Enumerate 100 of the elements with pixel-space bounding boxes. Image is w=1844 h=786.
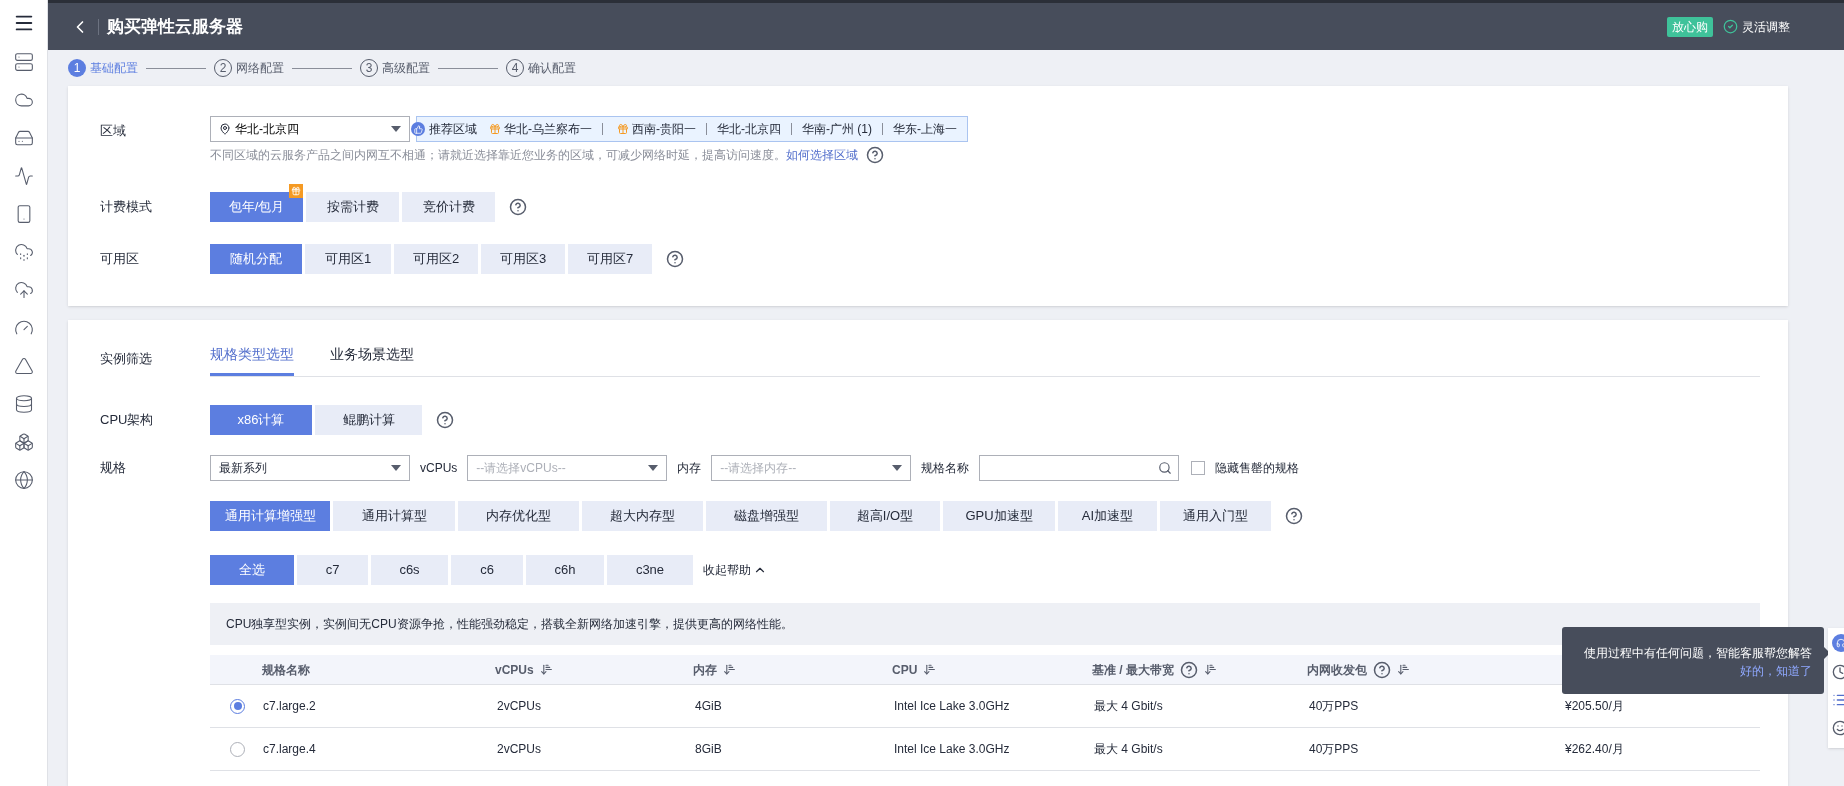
database-icon[interactable] bbox=[13, 394, 34, 414]
option-button[interactable]: 通用计算型 bbox=[333, 501, 455, 531]
field-label: CPU架构 bbox=[99, 411, 155, 429]
option-button[interactable]: 超高I/O型 bbox=[830, 501, 940, 531]
sort-icon[interactable] bbox=[1397, 663, 1410, 676]
region-link[interactable]: 华南-广州 (1) bbox=[802, 120, 872, 138]
option-button[interactable]: c6h bbox=[526, 555, 604, 585]
column-header: 内网收发包 bbox=[1307, 661, 1367, 679]
help-icon[interactable] bbox=[666, 250, 684, 268]
column-header: CPU bbox=[892, 661, 918, 679]
option-button[interactable]: 可用区1 bbox=[305, 244, 391, 274]
collapse-help-link[interactable]: 收起帮助 bbox=[703, 561, 767, 579]
table-cell-text: c7.large.2 bbox=[263, 698, 316, 715]
region-link[interactable]: 西南-贵阳一 bbox=[632, 120, 696, 138]
field-label: 计费模式 bbox=[99, 198, 153, 216]
smile-icon[interactable] bbox=[1832, 720, 1844, 736]
option-button[interactable]: c3ne bbox=[607, 555, 693, 585]
dropdown-field[interactable]: 最新系列 bbox=[210, 455, 410, 481]
sort-icon[interactable] bbox=[923, 663, 937, 676]
region-dropdown[interactable]: 华北-北京四 bbox=[210, 116, 410, 142]
option-button[interactable]: 通用计算增强型 bbox=[210, 501, 330, 531]
table-cell-text: 40万PPS bbox=[1309, 741, 1359, 758]
help-icon[interactable] bbox=[1180, 660, 1198, 679]
option-button[interactable]: 按需计费 bbox=[306, 192, 399, 222]
step-number: 1 bbox=[68, 59, 86, 77]
table-cell-text: 最大 4 Gbit/s bbox=[1094, 698, 1163, 715]
table-cell-text: Intel Ice Lake 3.0GHz bbox=[894, 698, 1010, 715]
region-link[interactable]: 华北-乌兰察布一 bbox=[504, 120, 592, 138]
recommend-label: 推荐区域 bbox=[429, 121, 477, 138]
caret-icon bbox=[391, 126, 401, 132]
help-icon[interactable] bbox=[509, 198, 527, 216]
option-button[interactable]: 可用区3 bbox=[481, 244, 565, 274]
table-cell-text: 40万PPS bbox=[1309, 698, 1359, 715]
field-label: 区域 bbox=[99, 122, 127, 140]
option-button[interactable]: 随机分配 bbox=[210, 244, 302, 274]
triangle-icon[interactable] bbox=[13, 356, 34, 376]
tooltip-dismiss-link[interactable]: 好的，知道了 bbox=[1740, 664, 1812, 678]
tooltip-text: 使用过程中有任何问题，智能客服帮您解答 bbox=[1583, 645, 1812, 662]
option-button[interactable]: 可用区2 bbox=[394, 244, 478, 274]
search-icon[interactable] bbox=[1158, 461, 1173, 475]
flex-adjust-link[interactable]: 灵活调整 bbox=[1742, 17, 1790, 36]
step-label[interactable]: 确认配置 bbox=[528, 59, 576, 77]
checkbox[interactable] bbox=[1191, 461, 1206, 475]
list-icon[interactable] bbox=[1832, 692, 1844, 708]
caret-icon bbox=[648, 465, 659, 471]
sort-icon[interactable] bbox=[723, 663, 736, 676]
vcpus-label: vCPUs bbox=[420, 460, 458, 477]
option-button[interactable]: 超大内存型 bbox=[582, 501, 703, 531]
help-icon[interactable] bbox=[436, 411, 454, 429]
field-label: 可用区 bbox=[99, 250, 140, 268]
option-button[interactable]: c7 bbox=[297, 555, 368, 585]
thumbs-up-icon bbox=[411, 122, 425, 136]
wave-icon[interactable] bbox=[13, 166, 34, 186]
sort-icon[interactable] bbox=[539, 663, 553, 676]
region-link[interactable]: 华东-上海一 bbox=[893, 120, 957, 138]
page-title: 购买弹性云服务器 bbox=[107, 15, 243, 38]
option-button[interactable]: 内存优化型 bbox=[458, 501, 579, 531]
table-row[interactable]: c7.large.4 2vCPUs 8GiB Intel Ice Lake 3.0GHz 最大 4 Gbit/s 40万PPS ¥262.40/月 bbox=[210, 728, 1760, 771]
option-button[interactable]: 磁盘增强型 bbox=[706, 501, 827, 531]
option-button[interactable]: c6 bbox=[451, 555, 523, 585]
table-cell-text: 2vCPUs bbox=[497, 698, 541, 715]
cluster-icon[interactable] bbox=[13, 432, 34, 452]
server-icon[interactable] bbox=[13, 52, 34, 72]
help-icon[interactable] bbox=[1373, 660, 1391, 679]
option-button[interactable]: AI加速型 bbox=[1058, 501, 1157, 531]
step-label[interactable]: 高级配置 bbox=[382, 59, 430, 77]
region-link[interactable]: 华北-北京四 bbox=[717, 120, 781, 138]
option-button[interactable]: 竞价计费 bbox=[402, 192, 495, 222]
table-cell-text: ¥205.50/月 bbox=[1565, 698, 1624, 715]
help-icon[interactable] bbox=[866, 146, 884, 164]
option-button[interactable]: 全选 bbox=[210, 555, 294, 585]
sort-icon[interactable] bbox=[1204, 663, 1217, 676]
option-button[interactable]: 通用入门型 bbox=[1160, 501, 1271, 531]
spec-name-label: 规格名称 bbox=[921, 460, 970, 477]
step-label[interactable]: 网络配置 bbox=[236, 59, 284, 77]
caret-icon bbox=[892, 465, 903, 471]
cloud-upload-icon[interactable] bbox=[13, 280, 34, 300]
help-icon[interactable] bbox=[1285, 507, 1303, 525]
clock-icon[interactable] bbox=[1832, 664, 1844, 680]
search-field[interactable] bbox=[979, 455, 1180, 481]
option-button[interactable]: x86计算 bbox=[210, 405, 312, 435]
column-header: 内存 bbox=[693, 661, 717, 679]
filter-tab[interactable]: 规格类型选型 bbox=[210, 344, 294, 376]
column-header: 规格名称 bbox=[262, 661, 310, 679]
step-label[interactable]: 基础配置 bbox=[90, 59, 138, 77]
field-label: 规格 bbox=[99, 459, 127, 477]
globe-icon[interactable] bbox=[13, 470, 34, 490]
field-label: 实例筛选 bbox=[99, 350, 153, 368]
column-header: vCPUs bbox=[495, 661, 534, 679]
option-button[interactable]: GPU加速型 bbox=[943, 501, 1055, 531]
memory-label: 内存 bbox=[677, 460, 702, 477]
filter-tab[interactable]: 业务场景选型 bbox=[330, 344, 414, 376]
option-button[interactable]: 可用区7 bbox=[568, 244, 652, 274]
check-icon bbox=[1723, 19, 1738, 34]
help-link[interactable]: 如何选择区域 bbox=[786, 148, 858, 162]
cloud-icon[interactable] bbox=[13, 242, 34, 262]
option-button[interactable]: c6s bbox=[371, 555, 448, 585]
option-button[interactable]: 包年/包月 bbox=[210, 192, 303, 222]
option-button[interactable]: 鲲鹏计算 bbox=[315, 405, 422, 435]
location-icon bbox=[219, 123, 231, 135]
